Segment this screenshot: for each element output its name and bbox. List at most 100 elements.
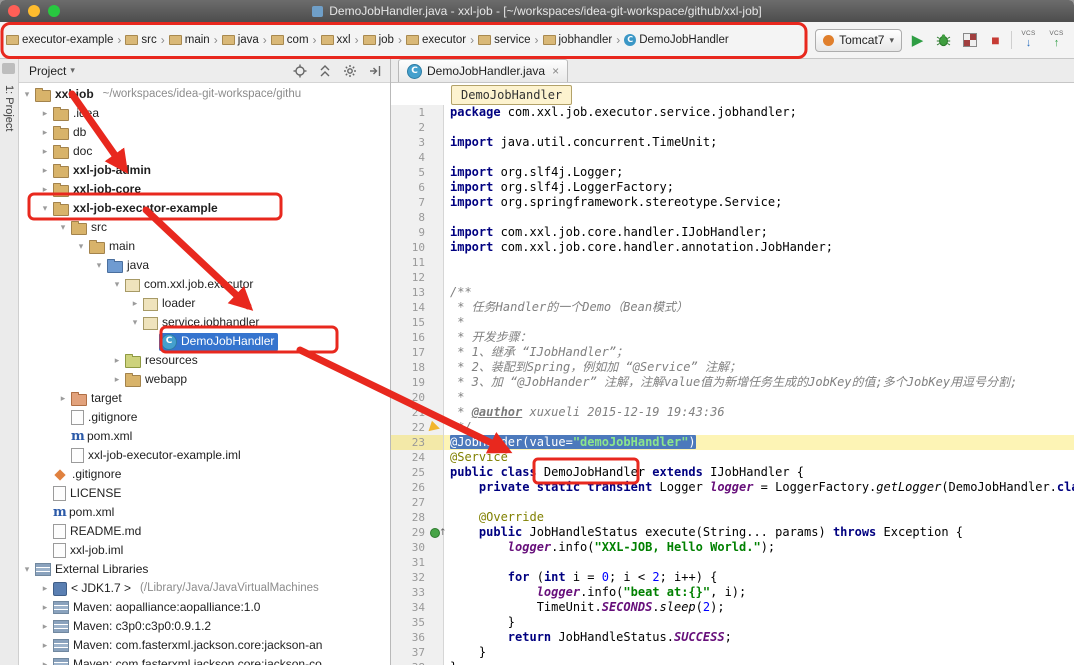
code-line-6[interactable]: 6import org.slf4j.LoggerFactory; (391, 180, 1074, 195)
code-line-2[interactable]: 2 (391, 120, 1074, 135)
code-line-3[interactable]: 3import java.util.concurrent.TimeUnit; (391, 135, 1074, 150)
run-button[interactable]: ▶ (907, 29, 928, 51)
breadcrumb-item[interactable]: src (123, 33, 158, 47)
code-line-36[interactable]: 36 return JobHandleStatus.SUCCESS; (391, 630, 1074, 645)
code-line-5[interactable]: 5import org.slf4j.Logger; (391, 165, 1074, 180)
tree-item-main[interactable]: ▾main (19, 237, 390, 256)
code-line-14[interactable]: 14 * 任务Handler的一个Demo（Bean模式） (391, 300, 1074, 315)
code-line-25[interactable]: 25public class DemoJobHandler extends IJ… (391, 465, 1074, 480)
hide-panel-button[interactable] (368, 64, 382, 78)
tree-expand-arrow[interactable]: ▾ (75, 237, 87, 256)
tree-item-pom-xml[interactable]: mpom.xml (19, 427, 390, 446)
coverage-button[interactable] (959, 29, 980, 51)
minimize-window-button[interactable] (28, 5, 40, 17)
project-view-title[interactable]: Project (29, 64, 66, 78)
tree-expand-arrow[interactable]: ▸ (39, 617, 51, 636)
tree-item-pom-xml[interactable]: mpom.xml (19, 503, 390, 522)
code-line-4[interactable]: 4 (391, 150, 1074, 165)
tree-expand-arrow[interactable]: ▸ (39, 123, 51, 142)
code-line-35[interactable]: 35 } (391, 615, 1074, 630)
breadcrumb-item[interactable]: xxl (319, 33, 353, 47)
tree-item-webapp[interactable]: ▸webapp (19, 370, 390, 389)
tree-item-src[interactable]: ▾src (19, 218, 390, 237)
tree-expand-arrow[interactable]: ▸ (39, 161, 51, 180)
stop-button[interactable]: ■ (985, 29, 1006, 51)
close-icon[interactable]: × (552, 64, 559, 78)
breadcrumb-item[interactable]: main (167, 33, 212, 47)
code-line-29[interactable]: 29↑ public JobHandleStatus execute(Strin… (391, 525, 1074, 540)
breadcrumb-item[interactable]: service (476, 33, 532, 47)
tree-expand-arrow[interactable]: ▾ (39, 199, 51, 218)
code-line-34[interactable]: 34 TimeUnit.SECONDS.sleep(2); (391, 600, 1074, 615)
code-line-8[interactable]: 8 (391, 210, 1074, 225)
tree-item-xxl-job-executor-example-iml[interactable]: xxl-job-executor-example.iml (19, 446, 390, 465)
vcs-update-button[interactable]: VCS ↓ (1017, 30, 1040, 51)
breadcrumb-item[interactable]: jobhandler (541, 33, 615, 47)
run-configuration-select[interactable]: Tomcat7 ▾ (815, 29, 902, 52)
tree-expand-arrow[interactable]: ▸ (129, 294, 141, 313)
code-line-19[interactable]: 19 * 3、加 “@JobHander” 注解，注解value值为新增任务生成… (391, 375, 1074, 390)
settings-button[interactable] (343, 64, 357, 78)
tree-expand-arrow[interactable]: ▸ (39, 180, 51, 199)
code-line-24[interactable]: 24@Service (391, 450, 1074, 465)
tree-expand-arrow[interactable]: ▾ (129, 313, 141, 332)
tree-item-demojobhandler[interactable]: CDemoJobHandler (19, 332, 390, 351)
code-line-37[interactable]: 37 } (391, 645, 1074, 660)
tree-expand-arrow[interactable]: ▸ (39, 104, 51, 123)
vcs-commit-button[interactable]: VCS ↑ (1045, 30, 1068, 51)
code-line-30[interactable]: 30 logger.info("XXL-JOB, Hello World."); (391, 540, 1074, 555)
tree-expand-arrow[interactable]: ▾ (111, 275, 123, 294)
tree-item-maven-aopalliance-aopalliance-1-0[interactable]: ▸Maven: aopalliance:aopalliance:1.0 (19, 598, 390, 617)
code-line-18[interactable]: 18 * 2、装配到Spring，例如加 “@Service” 注解； (391, 360, 1074, 375)
tree-expand-arrow[interactable]: ▸ (111, 351, 123, 370)
tree-expand-arrow[interactable]: ▸ (39, 655, 51, 665)
code-line-10[interactable]: 10import com.xxl.job.core.handler.annota… (391, 240, 1074, 255)
code-line-17[interactable]: 17 * 1、继承 “IJobHandler”； (391, 345, 1074, 360)
tree-item-license[interactable]: LICENSE (19, 484, 390, 503)
code-line-21[interactable]: 21 * @author xuxueli 2015-12-19 19:43:36 (391, 405, 1074, 420)
code-line-28[interactable]: 28 @Override (391, 510, 1074, 525)
code-line-13[interactable]: 13/** (391, 285, 1074, 300)
context-chip[interactable]: DemoJobHandler (451, 85, 572, 105)
tree-item-gitignore[interactable]: .gitignore (19, 408, 390, 427)
code-line-33[interactable]: 33 logger.info("beat at:{}", i); (391, 585, 1074, 600)
tree-item-doc[interactable]: ▸doc (19, 142, 390, 161)
project-tool-button[interactable]: 1: Project (3, 85, 15, 131)
debug-button[interactable] (933, 29, 954, 51)
breadcrumb-item[interactable]: executor-example (4, 33, 115, 47)
tree-item-service-jobhandler[interactable]: ▾service.jobhandler (19, 313, 390, 332)
code-line-20[interactable]: 20 * (391, 390, 1074, 405)
locate-button[interactable] (293, 64, 307, 78)
tab-demojobhandler[interactable]: C DemoJobHandler.java × (398, 59, 568, 82)
tree-item-readme-md[interactable]: README.md (19, 522, 390, 541)
tree-expand-arrow[interactable]: ▾ (21, 85, 33, 104)
code-line-23[interactable]: 23@JobHander(value="demoJobHandler") (391, 435, 1074, 450)
tree-item-maven-com-fasterxml-jackson-core-jackson-co[interactable]: ▸Maven: com.fasterxml.jackson.core:jacks… (19, 655, 390, 665)
code-line-32[interactable]: 32 for (int i = 0; i < 2; i++) { (391, 570, 1074, 585)
tree-item-db[interactable]: ▸db (19, 123, 390, 142)
code-line-15[interactable]: 15 * (391, 315, 1074, 330)
breadcrumb-item[interactable]: CDemoJobHandler (622, 33, 731, 47)
tree-item-target[interactable]: ▸target (19, 389, 390, 408)
code-line-27[interactable]: 27 (391, 495, 1074, 510)
tool-window-icon[interactable] (2, 63, 15, 74)
code-line-38[interactable]: 38} (391, 660, 1074, 665)
tree-item-xxl-job[interactable]: ▾xxl-job~/workspaces/idea-git-workspace/… (19, 85, 390, 104)
close-window-button[interactable] (8, 5, 20, 17)
code-line-26[interactable]: 26 private static transient Logger logge… (391, 480, 1074, 495)
tree-item-gitignore[interactable]: .gitignore (19, 465, 390, 484)
tree-item-loader[interactable]: ▸loader (19, 294, 390, 313)
breadcrumb-item[interactable]: job (361, 33, 396, 47)
tree-item-idea[interactable]: ▸.idea (19, 104, 390, 123)
tree-expand-arrow[interactable]: ▸ (39, 598, 51, 617)
tree-expand-arrow[interactable]: ▸ (111, 370, 123, 389)
breadcrumb-item[interactable]: executor (404, 33, 468, 47)
tree-expand-arrow[interactable]: ▸ (39, 636, 51, 655)
tree-expand-arrow[interactable]: ▾ (21, 560, 33, 579)
code-line-11[interactable]: 11 (391, 255, 1074, 270)
tree-item-maven-c3p0-c3p0-0-9-1-2[interactable]: ▸Maven: c3p0:c3p0:0.9.1.2 (19, 617, 390, 636)
tree-item-maven-com-fasterxml-jackson-core-jackson-an[interactable]: ▸Maven: com.fasterxml.jackson.core:jacks… (19, 636, 390, 655)
breadcrumb-item[interactable]: com (269, 33, 311, 47)
tree-expand-arrow[interactable]: ▸ (39, 142, 51, 161)
tree-expand-arrow[interactable]: ▾ (93, 256, 105, 275)
